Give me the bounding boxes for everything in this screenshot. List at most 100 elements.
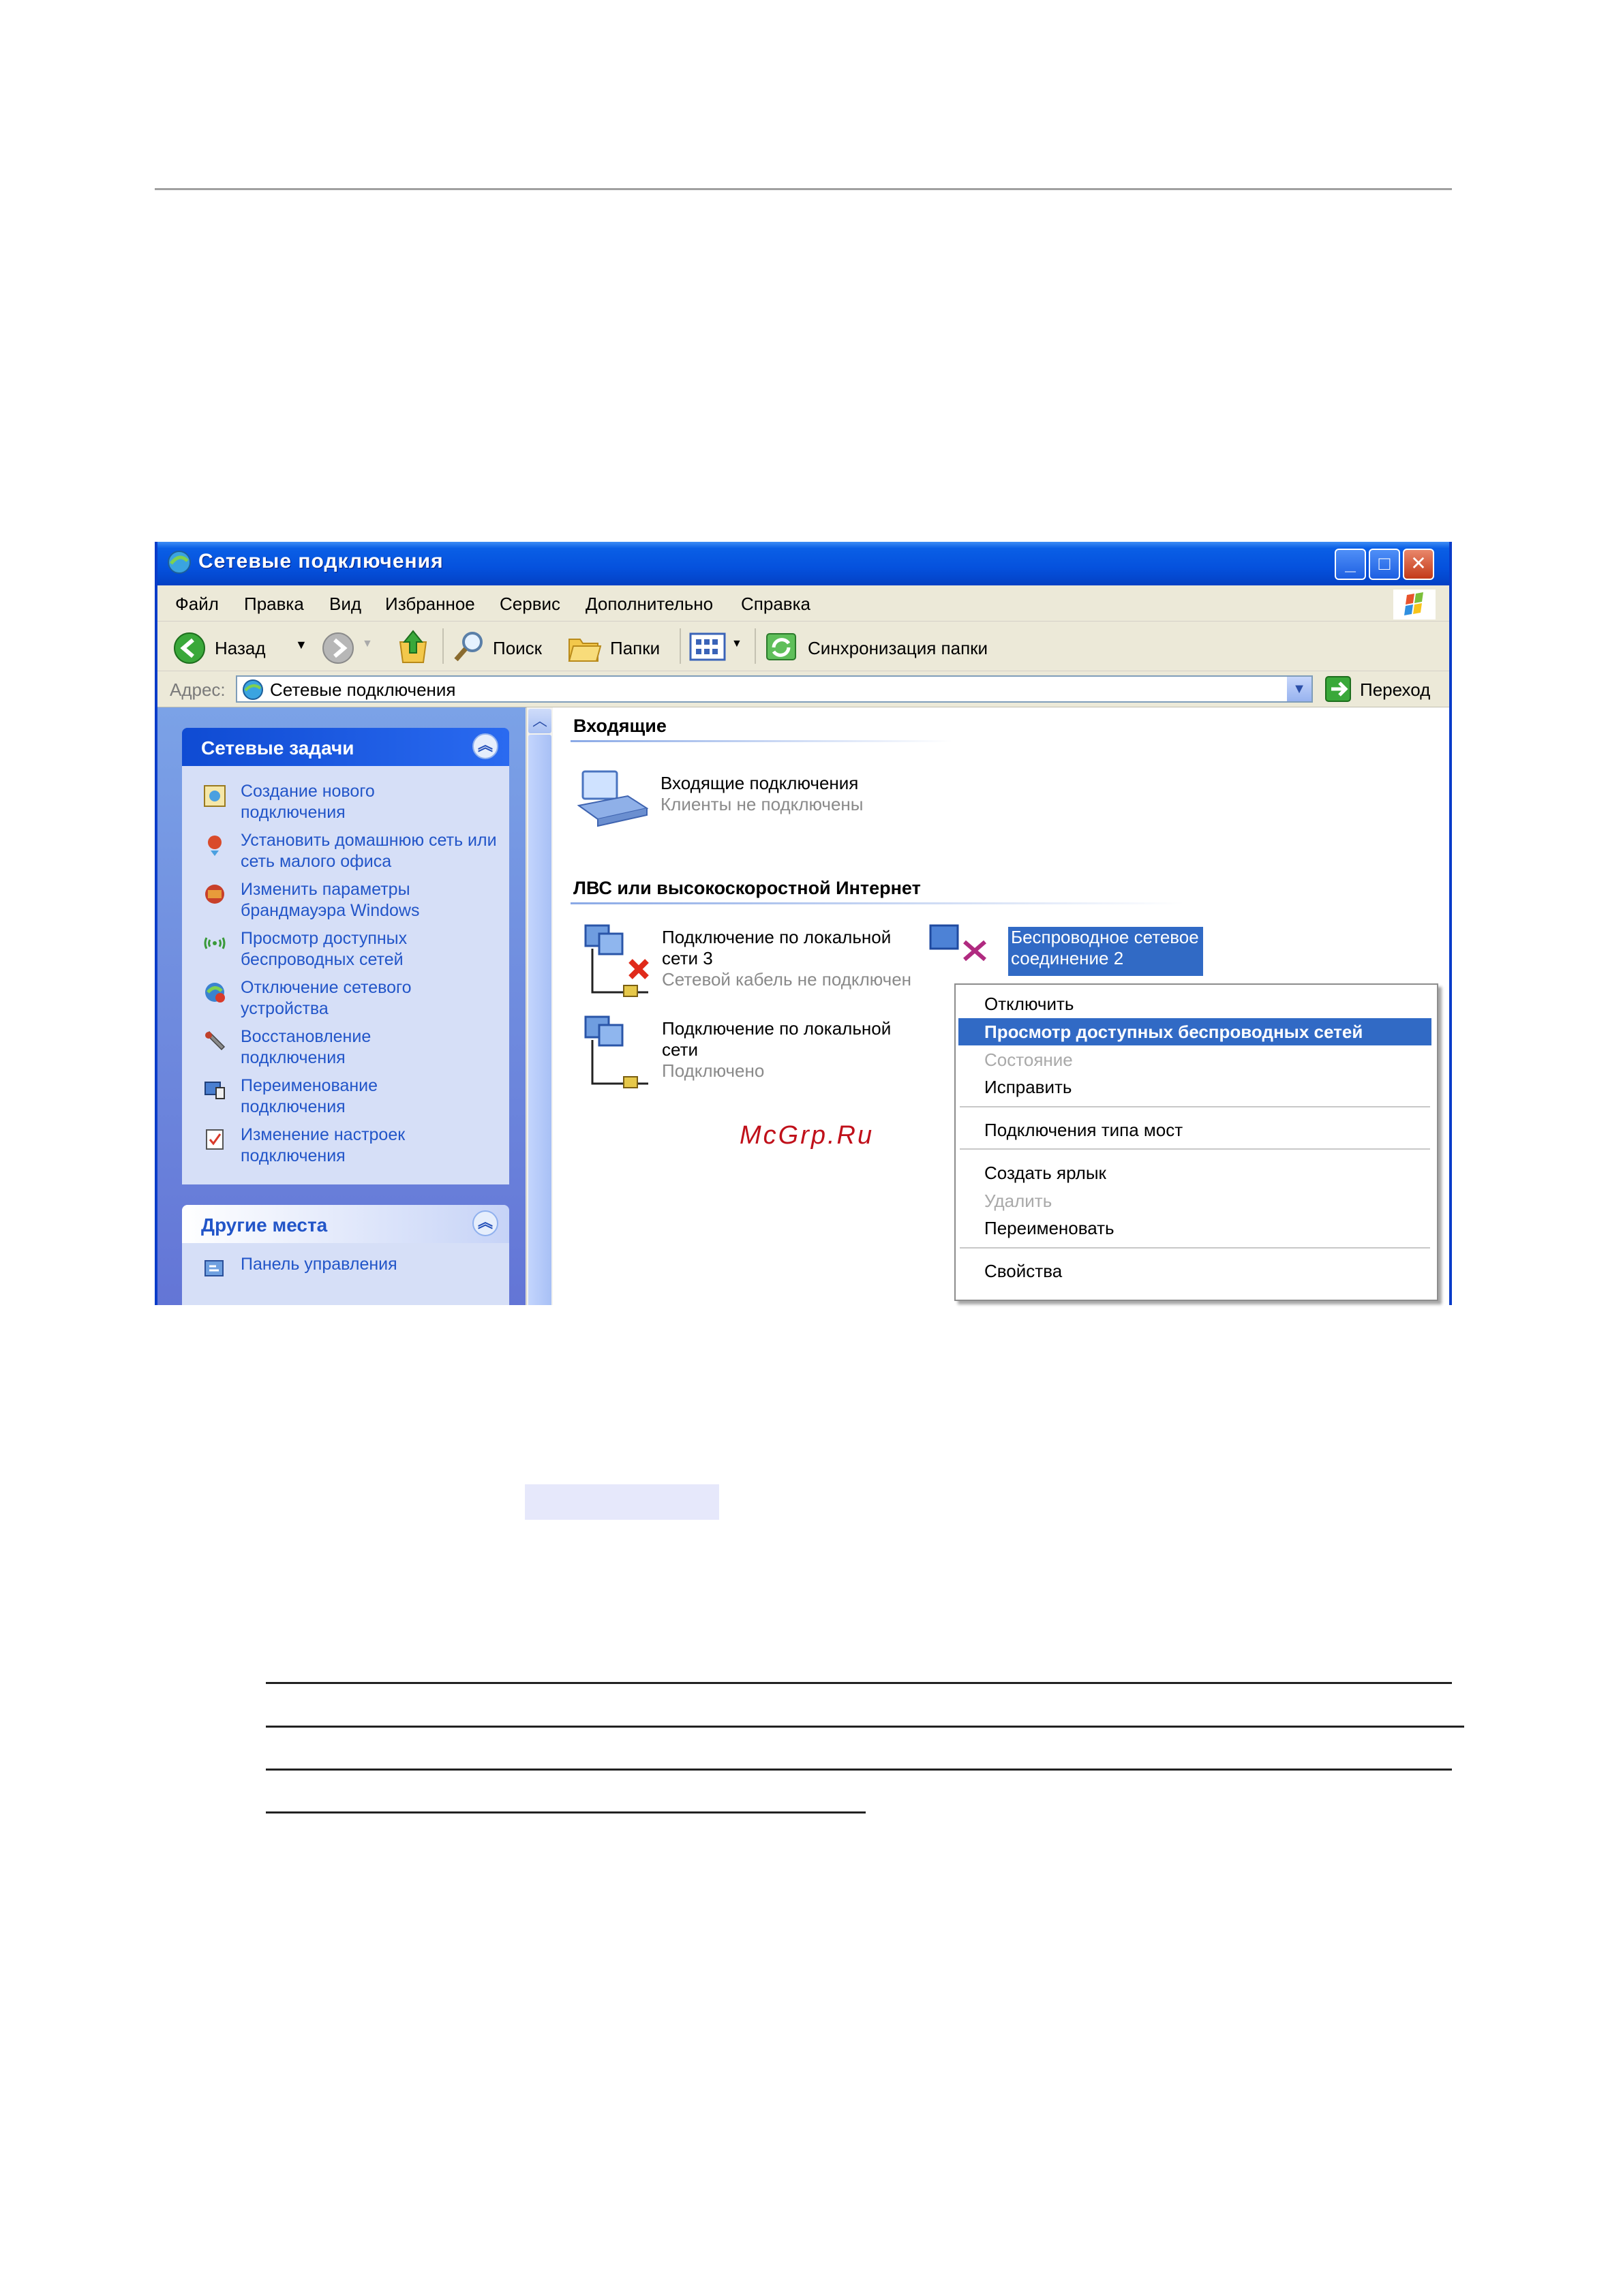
maximize-button[interactable]: □ [1369, 549, 1400, 580]
lan-title: Подключение по локальной сети [662, 1018, 892, 1060]
menu-favorites[interactable]: Избранное [385, 594, 475, 615]
close-button[interactable]: ✕ [1403, 549, 1434, 580]
underline-1 [266, 1682, 1452, 1684]
other-control-panel[interactable]: Панель управления [202, 1254, 502, 1281]
lan-connection-item[interactable]: Подключение по локальной сети Подключено [573, 1013, 928, 1095]
task-repair-connection[interactable]: Восстановление подключения [202, 1026, 502, 1070]
group-divider [571, 902, 1184, 904]
folders-icon [568, 639, 602, 662]
toolbar-separator [680, 628, 681, 664]
task-label: Просмотр доступных беспроводных сетей [241, 929, 408, 969]
sync-folder-button[interactable]: Синхронизация папки [764, 628, 1023, 664]
properties-icon [206, 1129, 224, 1150]
ctx-separator [960, 1148, 1430, 1150]
watermark: McGrp.Ru [740, 1121, 875, 1150]
task-label: Переименование подключения [241, 1076, 378, 1116]
task-change-settings[interactable]: Изменение настроек подключения [202, 1124, 502, 1168]
views-dropdown-icon: ▼ [731, 638, 742, 649]
address-dropdown-icon[interactable]: ▼ [1287, 677, 1311, 701]
sync-label: Синхронизация папки [808, 638, 988, 658]
folder-up-icon[interactable] [396, 628, 430, 665]
ctx-bridge[interactable]: Подключения типа мост [956, 1116, 1434, 1144]
other-places-panel: Панель управления [182, 1243, 509, 1305]
disable-device-icon [205, 983, 225, 1002]
page-divider [155, 188, 1452, 190]
rename-icon [204, 1082, 225, 1099]
back-label: Назад [215, 638, 266, 658]
views-button[interactable]: ▼ [689, 628, 746, 664]
ctx-view-wireless[interactable]: Просмотр доступных беспроводных сетей [958, 1018, 1431, 1045]
folders-button[interactable]: Папки [566, 628, 669, 664]
search-button[interactable]: Поиск [452, 628, 554, 664]
task-firewall-settings[interactable]: Изменить параметры брандмауэра Windows [202, 879, 502, 923]
address-bar: Адрес: Сетевые подключения ▼ Переход [157, 671, 1449, 708]
views-icon [689, 632, 726, 661]
menu-edit[interactable]: Правка [244, 594, 304, 615]
title-bar[interactable]: Сетевые подключения _ □ ✕ [157, 542, 1449, 585]
ctx-separator [960, 1106, 1430, 1107]
underline-3 [266, 1769, 1452, 1771]
ctx-create-shortcut[interactable]: Создать ярлык [956, 1159, 1434, 1187]
task-label: Восстановление подключения [241, 1027, 371, 1067]
home-network-icon [208, 836, 222, 856]
go-label: Переход [1360, 679, 1431, 700]
back-button[interactable]: Назад ▼ [172, 628, 309, 664]
network-tasks-panel: Создание нового подключения Установить д… [182, 766, 509, 1184]
menu-help[interactable]: Справка [741, 594, 810, 615]
incoming-connections-item[interactable]: Входящие подключения Клиенты не подключе… [573, 763, 928, 838]
address-value: Сетевые подключения [270, 679, 456, 700]
vertical-scrollbar[interactable]: ︿ [526, 707, 553, 1305]
task-home-network[interactable]: Установить домашнюю сеть или сеть малого… [202, 830, 502, 874]
task-disable-device[interactable]: Отключение сетевого устройства [202, 977, 502, 1021]
toolbar-separator [755, 628, 756, 664]
menu-view[interactable]: Вид [329, 594, 361, 615]
ctx-separator [960, 1247, 1430, 1249]
search-label: Поиск [493, 638, 543, 658]
lan-status: Подключено [662, 1060, 765, 1081]
back-arrow-icon [174, 632, 205, 664]
context-menu: Отключить Просмотр доступных беспроводны… [954, 983, 1438, 1301]
other-places-header[interactable]: Другие места ︽ [182, 1205, 509, 1243]
collapse-chevron-icon[interactable]: ︽ [472, 733, 498, 759]
ctx-delete: Удалить [984, 1191, 1052, 1211]
task-rename-connection[interactable]: Переименование подключения [202, 1075, 502, 1119]
scroll-up-icon[interactable]: ︿ [528, 709, 551, 733]
go-button[interactable]: Переход [1324, 675, 1440, 703]
menu-file[interactable]: Файл [175, 594, 219, 615]
menu-bar: Файл Правка Вид Избранное Сервис Дополни… [157, 585, 1449, 622]
wireless-title-text: Беспроводное сетевое соединение 2 [1011, 927, 1199, 968]
ctx-properties[interactable]: Свойства [956, 1257, 1434, 1285]
task-pane: Сетевые задачи ︽ Создание нового подключ… [157, 707, 526, 1305]
new-connection-icon [204, 785, 226, 807]
back-dropdown-icon[interactable]: ▼ [295, 638, 307, 652]
incoming-connections-icon [577, 770, 648, 827]
window-title: Сетевые подключения [198, 550, 444, 572]
address-input[interactable]: Сетевые подключения ▼ [236, 675, 1313, 703]
lan3-connection-item[interactable]: Подключение по локальной сети 3 Сетевой … [573, 921, 928, 1003]
network-globe-icon [243, 679, 263, 700]
underline-4 [266, 1811, 866, 1813]
menu-advanced[interactable]: Дополнительно [586, 594, 713, 615]
ctx-rename[interactable]: Переименовать [956, 1214, 1434, 1242]
forward-arrow-icon[interactable] [321, 631, 355, 665]
task-label: Создание нового подключения [241, 782, 375, 822]
ctx-disconnect[interactable]: Отключить [956, 990, 1434, 1017]
sync-icon [766, 633, 796, 660]
task-view-wireless[interactable]: Просмотр доступных беспроводных сетей [202, 928, 502, 972]
forward-dropdown-icon[interactable]: ▼ [362, 638, 373, 650]
wireless-connection-item[interactable]: Беспроводное сетевое соединение 2 [921, 921, 1241, 976]
collapse-chevron-icon[interactable]: ︽ [472, 1210, 498, 1236]
incoming-title: Входящие подключения [661, 773, 859, 793]
highlight-box [525, 1484, 719, 1520]
scroll-thumb[interactable] [528, 735, 551, 1305]
network-tasks-header[interactable]: Сетевые задачи ︽ [182, 728, 509, 766]
toolbar: Назад ▼ ▼ Поиск Папки ▼ Синхронизация па… [157, 622, 1449, 671]
task-create-connection[interactable]: Создание нового подключения [202, 781, 502, 825]
control-panel-icon [204, 1260, 224, 1276]
task-label: Изменить параметры брандмауэра Windows [241, 880, 420, 920]
address-label: Адрес: [170, 679, 226, 700]
group-lan-title: ЛВС или высокоскоростной Интернет [573, 878, 921, 898]
menu-tools[interactable]: Сервис [500, 594, 560, 615]
minimize-button[interactable]: _ [1335, 549, 1366, 580]
ctx-repair[interactable]: Исправить [956, 1073, 1434, 1101]
